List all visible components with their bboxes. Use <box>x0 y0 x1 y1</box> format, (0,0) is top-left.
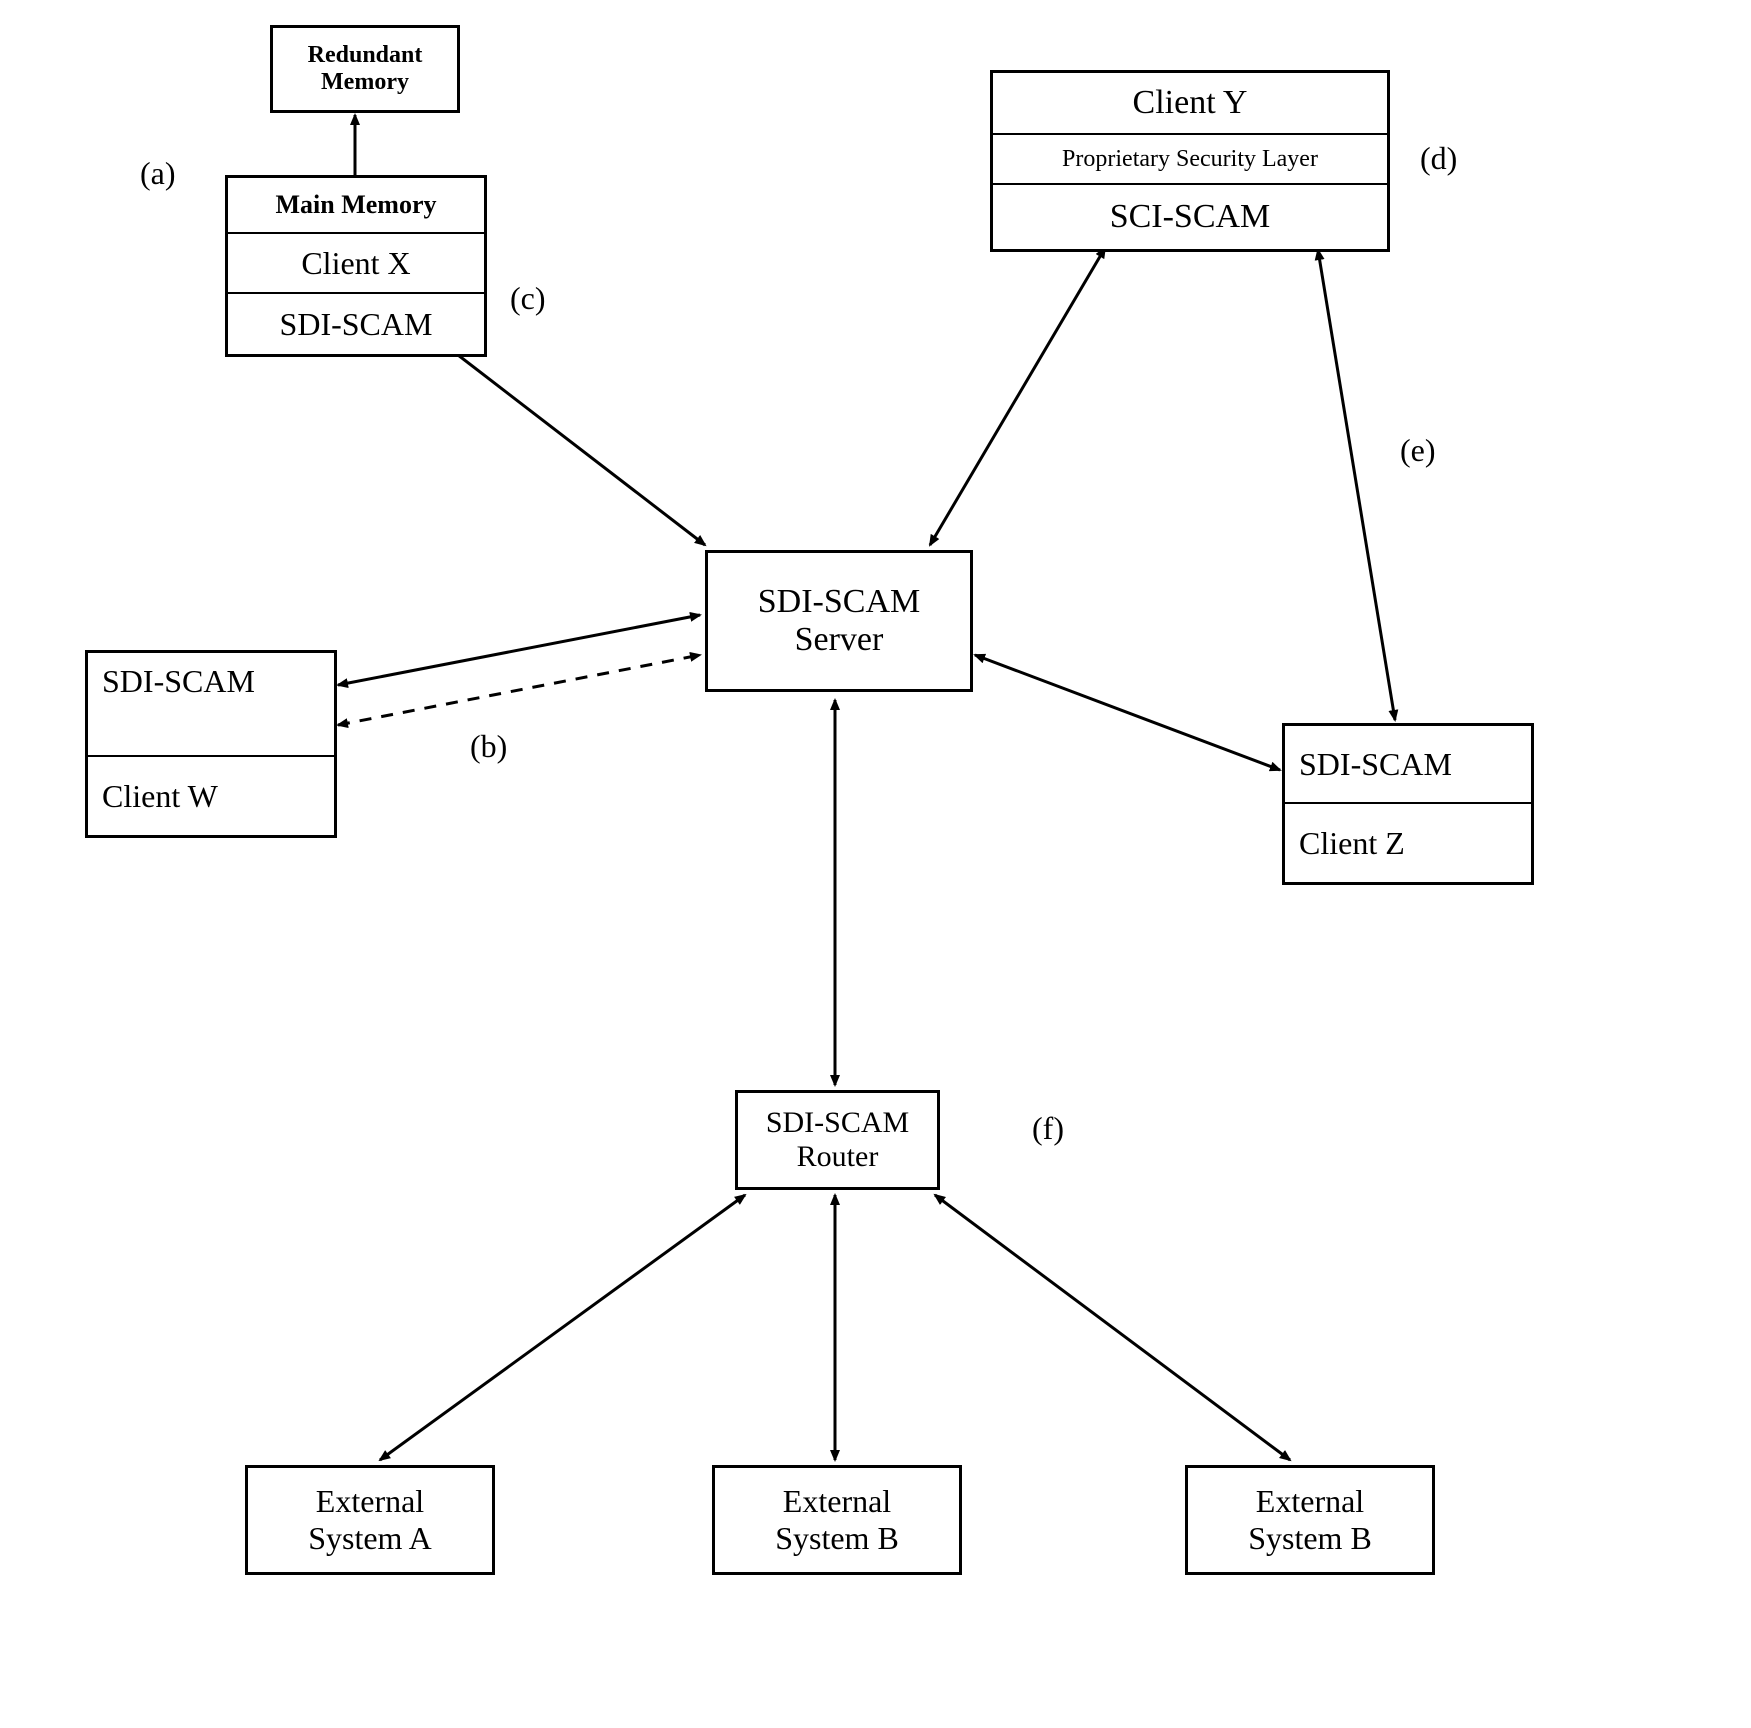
external-a-label: External System A <box>248 1468 492 1572</box>
router-box: SDI-SCAM Router <box>735 1090 940 1190</box>
sci-scam-label: SCI-SCAM <box>993 185 1387 249</box>
client-z-label: Client Z <box>1285 804 1531 882</box>
annotation-c: (c) <box>510 280 546 317</box>
redundant-memory-label: Redundant Memory <box>273 28 457 110</box>
redundant-memory-box: Redundant Memory <box>270 25 460 113</box>
client-y-label: Client Y <box>993 73 1387 135</box>
external-b-box: External System B <box>712 1465 962 1575</box>
client-x-label: Client X <box>228 234 484 294</box>
client-x-stack: Main Memory Client X SDI-SCAM <box>225 175 487 357</box>
external-a-box: External System A <box>245 1465 495 1575</box>
annotation-a: (a) <box>140 155 176 192</box>
annotation-e: (e) <box>1400 432 1436 469</box>
client-w-stack: SDI-SCAM Client W <box>85 650 337 838</box>
client-w-label: Client W <box>88 757 334 835</box>
sdi-scam-z-label: SDI-SCAM <box>1285 726 1531 804</box>
proprietary-security-label: Proprietary Security Layer <box>993 135 1387 185</box>
annotation-f: (f) <box>1032 1110 1064 1147</box>
router-label: SDI-SCAM Router <box>738 1093 937 1187</box>
client-y-stack: Client Y Proprietary Security Layer SCI-… <box>990 70 1390 252</box>
annotation-b: (b) <box>470 728 507 765</box>
client-z-stack: SDI-SCAM Client Z <box>1282 723 1534 885</box>
annotation-d: (d) <box>1420 140 1457 177</box>
external-b2-box: External System B <box>1185 1465 1435 1575</box>
external-b-label: External System B <box>715 1468 959 1572</box>
server-box: SDI-SCAM Server <box>705 550 973 692</box>
external-b2-label: External System B <box>1188 1468 1432 1572</box>
main-memory-label: Main Memory <box>228 178 484 234</box>
server-label: SDI-SCAM Server <box>708 553 970 689</box>
sdi-scam-x-label: SDI-SCAM <box>228 294 484 354</box>
sdi-scam-w-label: SDI-SCAM <box>88 653 334 757</box>
